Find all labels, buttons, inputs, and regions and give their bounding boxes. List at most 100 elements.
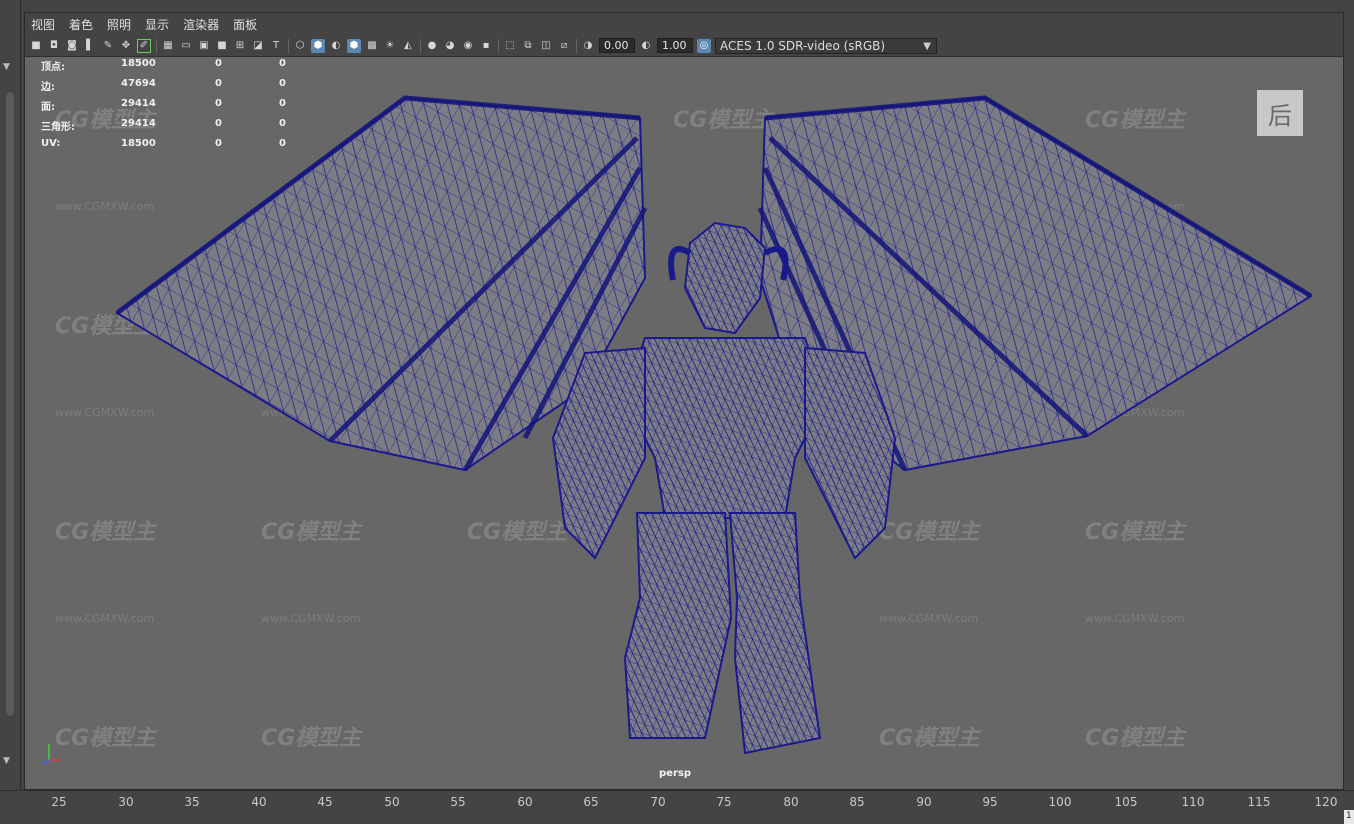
hud-value: 0 xyxy=(215,138,222,149)
frame-tick: 40 xyxy=(251,795,267,809)
menu-show[interactable]: 显示 xyxy=(145,16,169,33)
frame-tick: 105 xyxy=(1114,795,1138,809)
frame-tick: 70 xyxy=(650,795,666,809)
frame-tick: 65 xyxy=(583,795,599,809)
frame-tick: 35 xyxy=(184,795,200,809)
toolbar-separator xyxy=(498,38,499,53)
frame-tick: 90 xyxy=(916,795,932,809)
safe-title-icon[interactable]: T xyxy=(269,39,283,53)
gamma-field[interactable]: 1.00 xyxy=(657,38,693,53)
frame-tick: 60 xyxy=(517,795,533,809)
anti-aliasing-icon[interactable]: ◉ xyxy=(461,39,475,53)
hud-value: 0 xyxy=(215,78,222,89)
menu-lighting[interactable]: 照明 xyxy=(107,16,131,33)
film-gate-icon[interactable]: ▭ xyxy=(179,39,193,53)
chevron-down-icon: ▼ xyxy=(923,40,931,52)
time-slider[interactable]: 25 30 35 40 45 50 55 60 65 70 75 80 85 9… xyxy=(0,790,1354,824)
menu-view[interactable]: 视图 xyxy=(31,16,55,33)
view-cube[interactable]: 后 xyxy=(1257,90,1303,136)
color-management-icon[interactable]: ◎ xyxy=(697,38,711,53)
3d-viewport[interactable]: CG模型主 CG模型主 CG模型主 CG模型主 www.CGMXW.com ww… xyxy=(25,58,1343,789)
hud-label: UV: xyxy=(41,138,61,149)
panel-menubar: 视图 着色 照明 显示 渲染器 面板 xyxy=(25,13,1343,35)
gamma-icon[interactable]: ◐ xyxy=(639,39,653,53)
scroll-down-icon[interactable]: ▼ xyxy=(3,756,10,766)
frame-tick: 80 xyxy=(783,795,799,809)
hud-value: 29414 xyxy=(121,98,156,109)
wireframe-icon[interactable]: ⬡ xyxy=(293,39,307,53)
xray-components-icon[interactable]: ⧄ xyxy=(557,39,571,53)
resolution-gate-icon[interactable]: ▣ xyxy=(197,39,211,53)
frame-tick: 55 xyxy=(450,795,466,809)
frame-tick: 120 xyxy=(1314,795,1338,809)
hud-value: 0 xyxy=(279,118,286,129)
move-tool-icon[interactable]: ✥ xyxy=(119,39,133,53)
frame-tick: 30 xyxy=(118,795,134,809)
hud-value: 18500 xyxy=(121,58,156,69)
panel-toolbar: ■ ◘ ◙ ▌ ✎ ✥ ✐ ▦ ▭ ▣ ■ ⊞ ◪ T ⬡ ⬢ ◐ ⬢ ▩ ☀ … xyxy=(25,35,1343,57)
exposure-field[interactable]: 0.00 xyxy=(599,38,635,53)
exposure-icon[interactable]: ◑ xyxy=(581,39,595,53)
hud-value: 0 xyxy=(215,58,222,69)
grease-pencil-icon[interactable]: ✎ xyxy=(101,39,115,53)
frame-tick: 115 xyxy=(1247,795,1271,809)
frame-tick: 95 xyxy=(982,795,998,809)
toolbar-separator xyxy=(288,38,289,53)
frame-tick: 45 xyxy=(317,795,333,809)
current-frame-value: 1 xyxy=(1346,811,1352,821)
frame-tick: 75 xyxy=(716,795,732,809)
textured-icon[interactable]: ▩ xyxy=(365,39,379,53)
isolate-select-icon[interactable]: ⬚ xyxy=(503,39,517,53)
depth-of-field-icon[interactable]: ▪ xyxy=(479,39,493,53)
camera-name: persp xyxy=(659,768,691,779)
hud-value: 0 xyxy=(279,98,286,109)
frame-tick: 85 xyxy=(849,795,865,809)
color-management-value: ACES 1.0 SDR-video (sRGB) xyxy=(720,38,886,53)
wireframe-on-shaded-icon[interactable]: ⬢ xyxy=(347,38,361,53)
default-material-icon[interactable]: ◐ xyxy=(329,39,343,53)
scroll-up-icon[interactable]: ▼ xyxy=(3,62,10,72)
left-tool-strip: ▼ ▼ xyxy=(0,0,21,814)
image-plane-icon[interactable]: ◙ xyxy=(65,39,79,53)
use-all-lights-icon[interactable]: ☀ xyxy=(383,39,397,53)
viewport-panel: 视图 着色 照明 显示 渲染器 面板 ■ ◘ ◙ ▌ ✎ ✥ ✐ ▦ ▭ ▣ ■… xyxy=(24,12,1344,790)
motion-blur-icon[interactable]: ◕ xyxy=(443,39,457,53)
current-frame-indicator[interactable]: 1 xyxy=(1344,810,1354,824)
hud-label: 面: xyxy=(41,102,55,113)
frame-tick: 25 xyxy=(51,795,67,809)
hud-value: 0 xyxy=(215,98,222,109)
axis-gizmo-icon xyxy=(42,744,61,765)
xray-joints-icon[interactable]: ◫ xyxy=(539,39,553,53)
camera-attributes-icon[interactable]: ■ xyxy=(29,39,43,53)
menu-renderer[interactable]: 渲染器 xyxy=(183,16,219,33)
2d-pan-icon[interactable]: ▌ xyxy=(83,39,97,53)
hud-label: 三角形: xyxy=(41,122,75,133)
screen-space-ao-icon[interactable]: ● xyxy=(425,39,439,53)
hud-value: 0 xyxy=(215,118,222,129)
left-scrollbar[interactable] xyxy=(6,92,14,716)
menu-shading[interactable]: 着色 xyxy=(69,16,93,33)
hud-value: 29414 xyxy=(121,118,156,129)
toolbar-separator xyxy=(420,38,421,53)
color-management-dropdown[interactable]: ACES 1.0 SDR-video (sRGB) ▼ xyxy=(715,37,937,54)
hud-value: 0 xyxy=(279,78,286,89)
wireframe-model[interactable] xyxy=(25,58,1343,789)
shadows-icon[interactable]: ◭ xyxy=(401,39,415,53)
hud-value: 0 xyxy=(279,138,286,149)
gate-mask-icon[interactable]: ■ xyxy=(215,39,229,53)
edit-pencil-icon[interactable]: ✐ xyxy=(137,38,151,53)
smooth-shade-icon[interactable]: ⬢ xyxy=(311,38,325,53)
xray-icon[interactable]: ⧉ xyxy=(521,39,535,53)
toolbar-separator xyxy=(156,38,157,53)
bookmark-camera-icon[interactable]: ◘ xyxy=(47,39,61,53)
menu-panels[interactable]: 面板 xyxy=(233,16,257,33)
frame-tick: 110 xyxy=(1181,795,1205,809)
toolbar-separator xyxy=(576,38,577,53)
safe-action-icon[interactable]: ◪ xyxy=(251,39,265,53)
hud-value: 47694 xyxy=(121,78,156,89)
hud-value: 0 xyxy=(279,58,286,69)
frame-tick: 50 xyxy=(384,795,400,809)
grid-icon[interactable]: ▦ xyxy=(161,39,175,53)
field-chart-icon[interactable]: ⊞ xyxy=(233,39,247,53)
hud-label: 顶点: xyxy=(41,62,65,73)
